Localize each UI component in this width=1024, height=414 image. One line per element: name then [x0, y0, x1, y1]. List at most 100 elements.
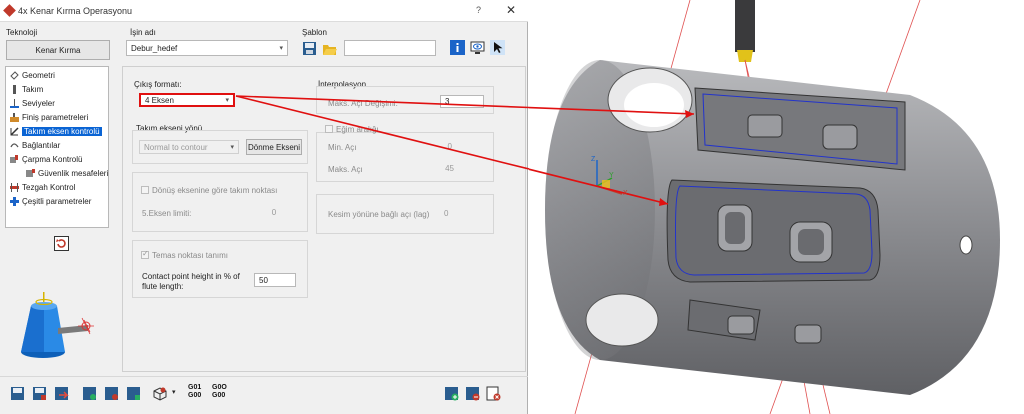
rotate-tool-point-group	[132, 172, 308, 232]
max-angle-change-label: Maks. Açı Değişimi:	[328, 99, 398, 108]
max-angle-input[interactable]: 45	[402, 162, 484, 175]
tree-item-misc-params[interactable]: Çeşitli parametreler	[10, 197, 91, 206]
tree-item-label: Güvenlik mesafeleri	[38, 169, 109, 178]
links-icon	[10, 143, 19, 148]
rotate-tool-point-checkbox[interactable]	[141, 186, 149, 194]
tree-item-collision-control[interactable]: Çarpma Kontrolü	[10, 155, 82, 164]
chevron-down-icon: ▾	[230, 144, 234, 151]
app-icon	[3, 4, 16, 17]
tree-item-safety-distances[interactable]: Güvenlik mesafeleri	[26, 169, 108, 178]
toolbar-divider	[0, 376, 528, 377]
select-cursor-icon[interactable]	[490, 40, 505, 55]
tool-icon	[13, 85, 16, 94]
min-angle-label: Min. Açı	[328, 143, 357, 152]
tree-item-links[interactable]: Bağlantılar	[10, 141, 60, 150]
info-icon[interactable]	[450, 40, 465, 55]
tree-item-levels[interactable]: Seviyeler	[10, 99, 55, 108]
tool-preview-image	[21, 292, 94, 358]
gcode-g0o-button[interactable]: G0O G00	[212, 384, 227, 400]
tree-item-label: Seviyeler	[22, 99, 55, 108]
cad-viewport[interactable]: Z X Y	[529, 0, 1024, 414]
output-format-combo[interactable]: 4 Eksen ▾	[139, 93, 235, 107]
output-format-value: 4 Eksen	[145, 95, 174, 105]
close-button[interactable]: ✕	[506, 3, 516, 17]
tree-item-label: Çeşitli parametreler	[22, 197, 92, 206]
tree-item-label: Tezgah Kontrol	[22, 183, 76, 192]
levels-icon	[10, 99, 19, 108]
contact-point-height-input[interactable]: 50	[254, 273, 296, 287]
save-copy-icon[interactable]	[82, 386, 97, 401]
gcode-g01-button[interactable]: G01 G00	[188, 384, 201, 400]
max-angle-change-value: 3	[445, 97, 450, 106]
min-angle-value: 0	[447, 142, 452, 151]
axis-y-label: Y	[609, 172, 614, 179]
axis-z-label: Z	[591, 156, 596, 163]
job-name-value: Debur_hedef	[131, 43, 178, 53]
technology-label: Teknoloji	[6, 28, 38, 37]
delete-operation-icon[interactable]	[465, 386, 480, 401]
help-button[interactable]: ?	[476, 5, 481, 15]
output-format-label: Çıkış formatı:	[134, 80, 182, 89]
tree-item-label: Bağlantılar	[22, 141, 61, 150]
collision-control-icon	[10, 155, 18, 163]
tree-item-tool[interactable]: Takım	[10, 85, 43, 94]
tree-item-label: Finiş parametreleri	[22, 113, 89, 122]
preview-icon[interactable]	[470, 40, 485, 55]
gcode-g0o-top: G0O	[212, 384, 227, 391]
gcode-g01-bottom: G00	[188, 392, 202, 399]
machine-control-icon	[10, 183, 19, 192]
save-close-icon[interactable]	[104, 386, 119, 401]
chevron-down-icon: ▾	[279, 45, 283, 52]
tool-axis-direction-value: Normal to contour	[144, 142, 208, 152]
template-field[interactable]	[344, 40, 436, 56]
tree-item-label: Takım	[22, 85, 44, 94]
max-angle-change-input[interactable]: 3	[440, 95, 484, 108]
save-template-icon[interactable]	[302, 41, 317, 56]
contact-point-height-label-1: Contact point height in % of	[142, 272, 240, 281]
rotation-axis-button[interactable]: Dönme Ekseni	[246, 139, 302, 155]
technology-button[interactable]: Kenar Kırma	[6, 40, 110, 60]
tilt-range-checkbox[interactable]	[325, 125, 333, 133]
open-template-icon[interactable]	[322, 41, 337, 56]
part-model-image	[529, 0, 1000, 414]
tree-item-finish-params[interactable]: Finiş parametreleri	[10, 113, 88, 122]
chevron-down-icon: ▾	[225, 97, 229, 104]
axis-limit-value: 0	[271, 208, 277, 217]
tree-item-label: Çarpma Kontrolü	[22, 155, 83, 164]
tree-item-machine-control[interactable]: Tezgah Kontrol	[10, 183, 75, 192]
cut-direction-lag-value: 0	[444, 209, 449, 218]
job-name-combo[interactable]: Debur_hedef ▾	[126, 40, 288, 56]
tilt-range-label: Eğim aralığı	[336, 125, 379, 134]
tree-item-label: Geometri	[22, 71, 55, 80]
title-bar: 4x Kenar Kırma Operasyonu ? ✕	[0, 0, 528, 22]
parameter-tree: Geometri Takım Seviyeler Finiş parametre…	[5, 66, 109, 228]
min-angle-input[interactable]: 0	[402, 140, 484, 153]
max-angle-value: 45	[445, 164, 454, 173]
contact-point-checkbox[interactable]	[141, 249, 149, 259]
tree-item-geometry[interactable]: Geometri	[10, 71, 55, 80]
tool-axis-control-icon	[10, 127, 19, 136]
max-angle-label: Maks. Açı	[328, 165, 363, 174]
finish-params-icon	[10, 113, 19, 122]
contact-point-height-value: 50	[259, 275, 268, 285]
cut-direction-lag-input[interactable]: 0	[440, 207, 484, 220]
save-as-icon[interactable]	[32, 386, 47, 401]
close-operation-icon[interactable]	[486, 386, 501, 401]
save-add-icon[interactable]	[126, 386, 141, 401]
tree-item-tool-axis-control[interactable]: Takım eksen kontrolü	[10, 127, 102, 136]
axis-limit-input[interactable]: 0	[244, 206, 300, 219]
add-operation-icon[interactable]	[444, 386, 459, 401]
rotate-tool-point-label: Dönüş eksenine göre takım noktası	[152, 186, 278, 195]
geometry-icon	[10, 71, 19, 80]
refresh-icon[interactable]	[54, 236, 69, 251]
cut-direction-lag-label: Kesim yönüne bağlı açı (lag)	[328, 210, 430, 219]
save-and-calculate-icon[interactable]	[54, 386, 69, 401]
template-label: Şablon	[302, 28, 327, 37]
misc-params-icon	[10, 197, 19, 206]
save-icon[interactable]	[10, 386, 25, 401]
chevron-down-icon[interactable]: ▾	[172, 388, 176, 396]
simulation-cube-icon[interactable]	[152, 386, 167, 401]
axis-limit-label: 5.Eksen limiti:	[142, 209, 192, 218]
tool-axis-direction-combo[interactable]: Normal to contour ▾	[139, 140, 239, 154]
window-title: 4x Kenar Kırma Operasyonu	[18, 6, 133, 16]
